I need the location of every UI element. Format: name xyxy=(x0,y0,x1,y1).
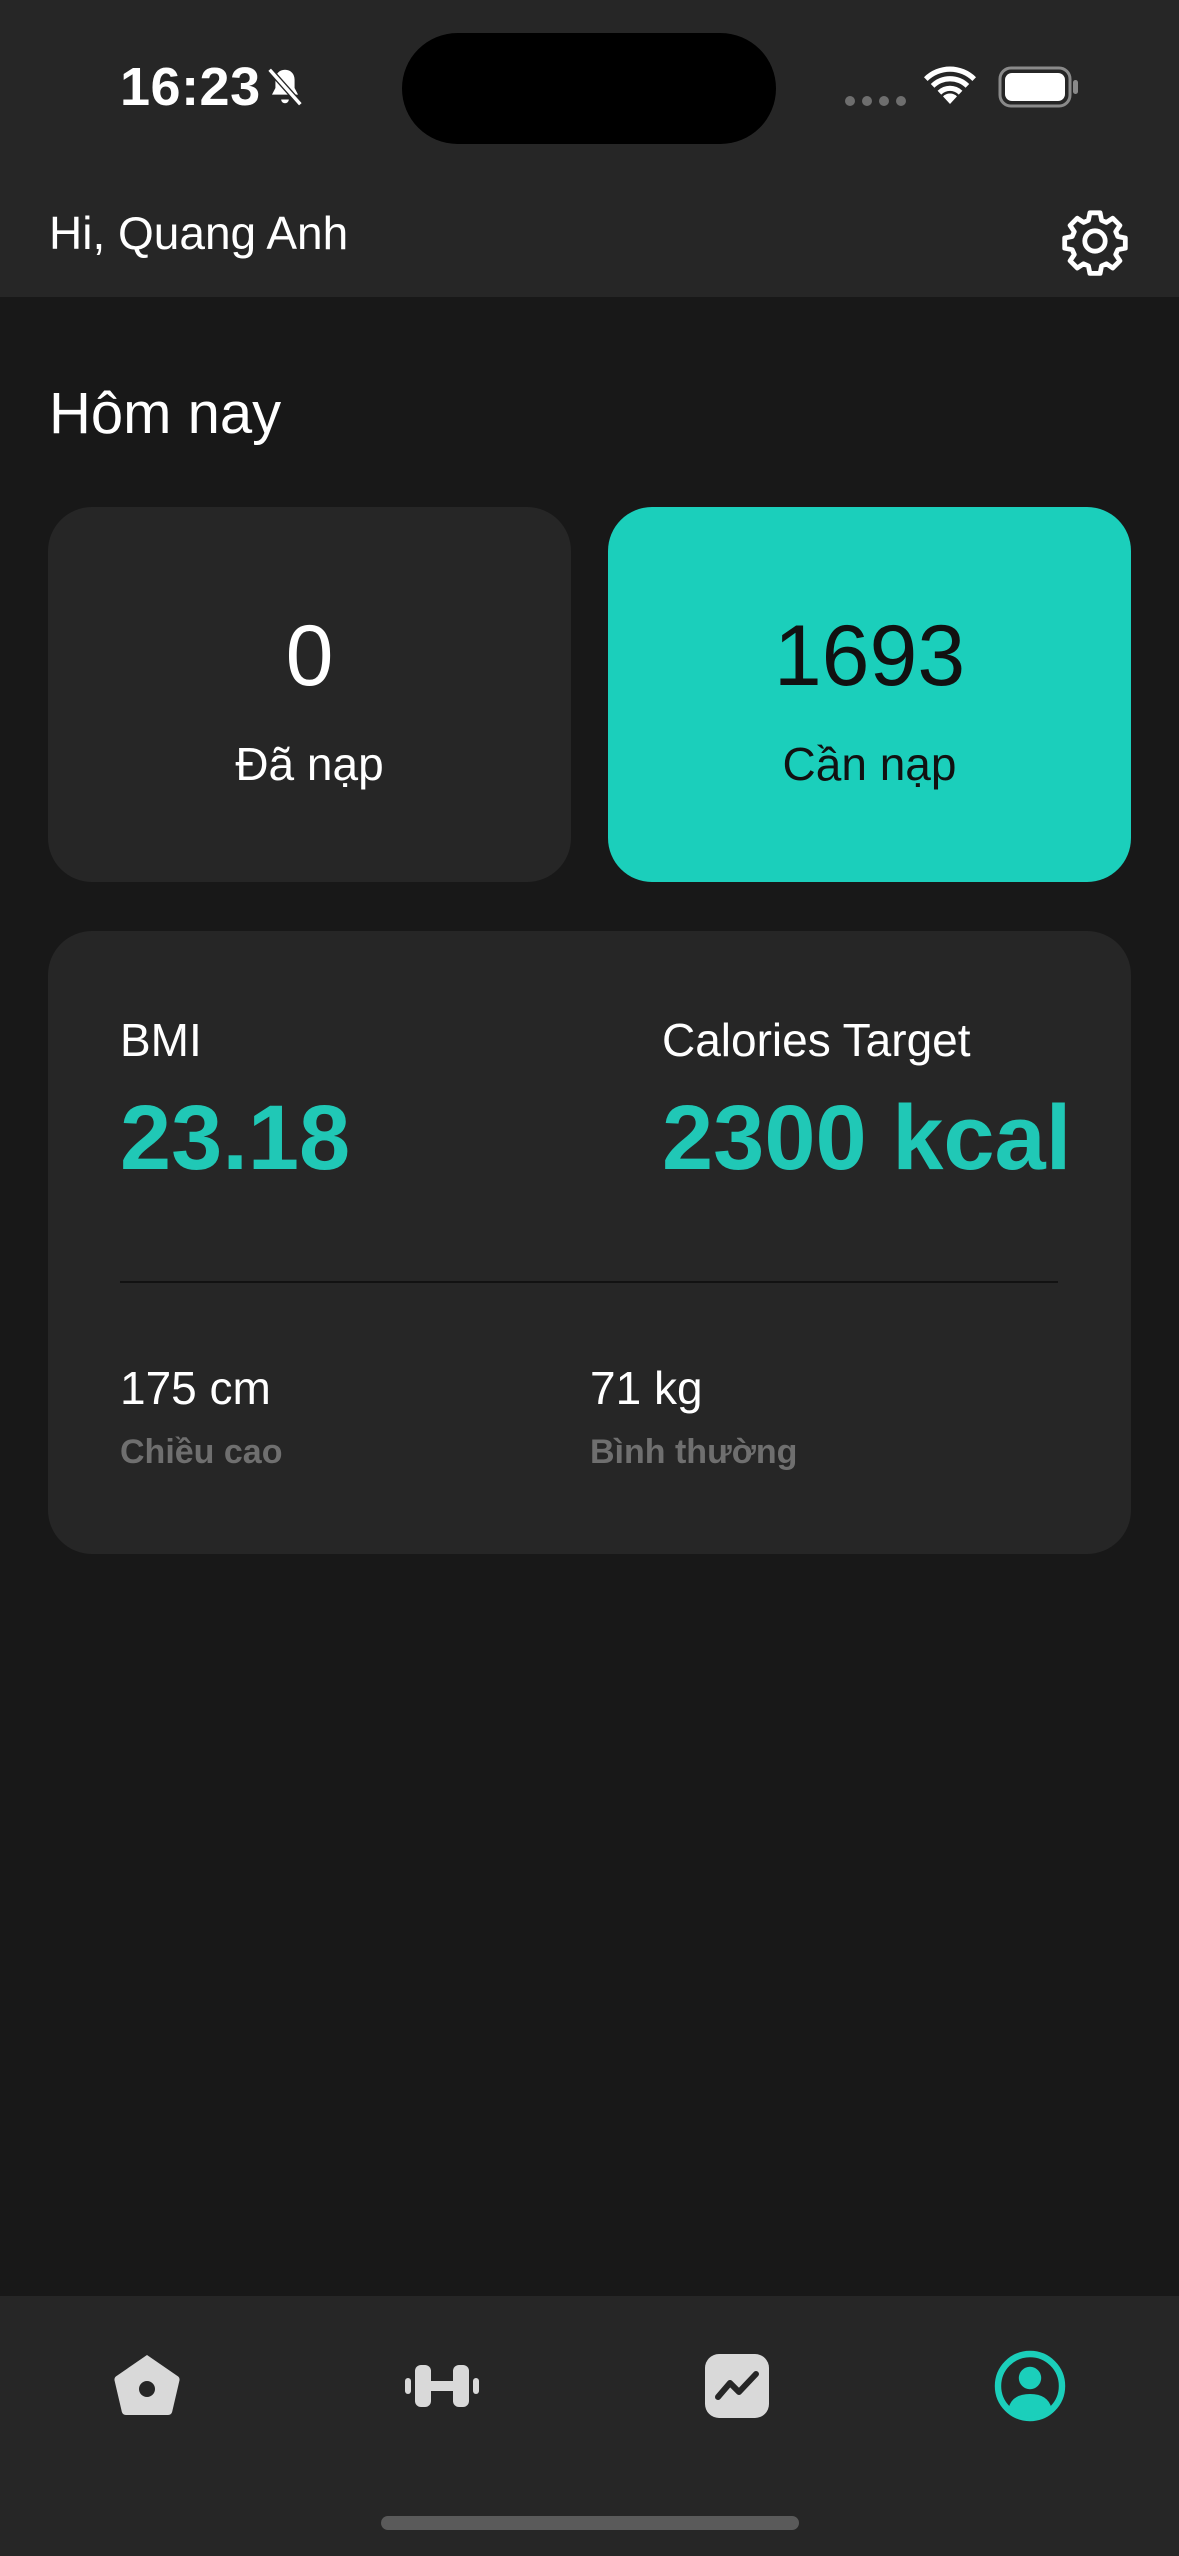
body-summary-card: BMI 23.18 Calories Target 2300 kcal 175 … xyxy=(48,931,1131,1554)
profile-screen: 16:23 Hi, Quang Anh Hôm nay 0 Đã nạp 169… xyxy=(0,0,1179,2556)
profile-icon[interactable] xyxy=(990,2346,1070,2426)
bell-slash-icon xyxy=(267,67,303,107)
home-indicator[interactable] xyxy=(381,2516,799,2530)
consumed-label: Đã nạp xyxy=(235,738,384,790)
greeting-text: Hi, Quang Anh xyxy=(49,207,349,259)
dynamic-island xyxy=(402,33,776,144)
dumbbell-icon[interactable] xyxy=(402,2346,482,2426)
height-label: Chiều cao xyxy=(120,1433,283,1471)
remaining-value: 1693 xyxy=(773,608,966,704)
weight-status-label: Bình thường xyxy=(590,1433,798,1471)
gear-icon[interactable] xyxy=(1059,205,1131,277)
bmi-label: BMI xyxy=(120,1014,202,1066)
home-icon[interactable] xyxy=(107,2346,187,2426)
consumed-value: 0 xyxy=(285,608,334,704)
consumed-card: 0 Đã nạp xyxy=(48,507,571,882)
calories-target-value: 2300 kcal xyxy=(662,1087,1072,1189)
section-title-today: Hôm nay xyxy=(49,381,282,446)
divider xyxy=(120,1281,1058,1283)
remaining-label: Cần nạp xyxy=(782,738,957,790)
top-bar: 16:23 Hi, Quang Anh xyxy=(0,0,1179,297)
calories-target-label: Calories Target xyxy=(662,1014,971,1066)
wifi-icon xyxy=(924,66,976,104)
battery-icon xyxy=(998,66,1078,108)
bmi-value: 23.18 xyxy=(120,1087,351,1189)
remaining-card: 1693 Cần nạp xyxy=(608,507,1131,882)
chart-icon[interactable] xyxy=(697,2346,777,2426)
weight-value: 71 kg xyxy=(590,1362,703,1414)
status-time: 16:23 xyxy=(120,57,261,117)
height-value: 175 cm xyxy=(120,1362,271,1414)
cellular-signal-icon xyxy=(845,96,906,106)
